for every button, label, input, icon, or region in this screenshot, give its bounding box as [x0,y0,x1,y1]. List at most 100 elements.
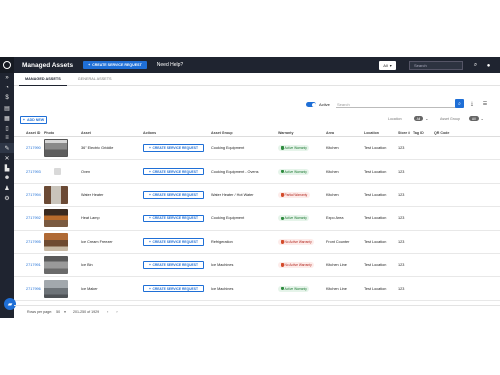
header-search-input[interactable]: Search [409,61,463,70]
asset-id-link[interactable]: 2717992 [14,216,44,220]
add-new-button[interactable]: + ADD NEW [20,116,47,124]
active-toggle[interactable] [306,102,316,107]
calendar-icon[interactable]: ▦ [0,113,14,123]
shield-icon [280,240,284,244]
asset-photo[interactable] [54,168,61,176]
col-header-area[interactable]: Area [326,131,364,135]
tab-general-assets[interactable]: GENERAL ASSETS [72,73,118,86]
download-icon[interactable]: ⤓ [468,100,476,108]
asset-area: Kitchen [326,146,339,151]
col-header-tag-id[interactable]: Tag ID [413,131,434,135]
table-row[interactable]: 2717993 Oven + CREATE SERVICE REQUEST Co… [14,160,500,184]
asset-photo[interactable] [44,256,68,275]
next-page-icon[interactable]: › [116,310,117,314]
table-row[interactable]: 2717995 Ice Cream Freezer + CREATE SERVI… [14,231,500,254]
table-body: 2717990 36" Electric Griddle + CREATE SE… [14,137,500,301]
asset-area: Kitchen [326,169,339,174]
col-header-asset-group[interactable]: Asset Group [211,131,278,135]
user-settings-icon[interactable]: ♟ [0,183,14,193]
create-service-request-button[interactable]: + CREATE SERVICE REQUEST [83,61,147,69]
store-number: 123 [398,239,405,244]
location-dropdown-value: All [413,116,424,121]
need-help-link[interactable]: Need Help? [157,62,183,68]
asset-photo[interactable] [44,139,68,158]
tab-managed-assets[interactable]: MANAGED ASSETS [19,73,67,86]
row-create-service-request-button[interactable]: + CREATE SERVICE REQUEST [143,284,204,293]
asset-group: Cooking Equipment [211,146,245,151]
actions-cell: + CREATE SERVICE REQUEST [143,261,211,269]
col-header-asset-id[interactable]: Asset ID [14,131,44,135]
col-header-store[interactable]: Store # [398,131,413,135]
row-create-service-request-button[interactable]: + CREATE SERVICE REQUEST [143,144,204,152]
shield-icon [280,146,284,150]
col-header-asset[interactable]: Asset [81,131,143,135]
create-service-request-label: CREATE SERVICE REQUEST [92,63,142,67]
warranty-cell: Partial Warranty [278,191,326,198]
document-icon[interactable]: ▯ [0,123,14,133]
inbox-icon[interactable]: ▤ [0,103,14,113]
plus-icon: + [88,63,91,67]
row-create-service-request-button[interactable]: + CREATE SERVICE REQUEST [143,261,204,269]
asset-id-link[interactable]: 2717995 [14,240,44,244]
asset-name: Ice Bin [81,263,93,268]
expand-sidebar-icon[interactable]: » [0,73,14,83]
asset-id-link[interactable]: 2717991 [14,263,44,267]
sidebar: » ◔ $ ▤ ▦ ▯ ≡ ✎ ✕ ▙ ☻ ♟ ⚙ [0,73,14,318]
location-dropdown[interactable]: Location All ⌄ [388,116,429,121]
plus-icon: + [149,169,151,174]
search-button[interactable]: ⌕ [455,99,464,108]
top-blank-area [0,0,500,57]
row-create-service-request-button[interactable]: + CREATE SERVICE REQUEST [143,191,204,199]
asset-search-input[interactable]: Search [336,100,462,108]
warranty-badge: Active Warranty [278,285,310,292]
asset-photo-cell [44,209,81,228]
asset-photo[interactable] [44,279,68,298]
wrench-icon[interactable]: ✎ [0,143,14,153]
table-row[interactable]: 2717991 Ice Bin + CREATE SERVICE REQUEST… [14,254,500,278]
list-view-icon[interactable]: ☰ [481,100,489,108]
actions-cell: + CREATE SERVICE REQUEST [143,144,211,152]
app-logo-icon[interactable] [0,57,14,73]
asset-area: Kitchen [326,192,339,197]
asset-id-link[interactable]: 2717993 [14,170,44,174]
team-icon[interactable]: ☻ [0,173,14,183]
list-icon[interactable]: ≡ [0,133,14,143]
asset-id-link[interactable]: 2717996 [14,287,44,291]
tools-icon[interactable]: ✕ [0,153,14,163]
asset-id-link[interactable]: 2717994 [14,193,44,197]
asset-photo[interactable] [44,232,68,251]
asset-group-dropdown-label: Asset Group [440,116,460,121]
dollar-icon[interactable]: $ [0,93,14,103]
asset-group: Refrigeration [211,239,233,244]
chevron-down-icon: ⌄ [480,116,484,121]
chart-icon[interactable]: ▙ [0,163,14,173]
row-create-service-request-button[interactable]: + CREATE SERVICE REQUEST [143,214,204,223]
asset-group-dropdown[interactable]: Asset Group All ⌄ [440,116,484,121]
table-row[interactable]: 2717990 36" Electric Griddle + CREATE SE… [14,137,500,161]
rows-per-page-select[interactable]: 50 [56,310,60,314]
plus-icon: + [149,239,151,244]
asset-area: Kitchen Line [326,263,347,268]
asset-id-link[interactable]: 2717990 [14,146,44,150]
asset-photo[interactable] [44,185,68,204]
asset-area: Front Counter [326,239,350,244]
shield-icon [280,263,284,267]
asset-name: Heat Lamp [81,216,100,221]
asset-photo[interactable] [44,209,68,228]
warranty-cell: Active Warranty [278,168,326,175]
col-header-warranty[interactable]: Warranty [278,131,326,135]
warranty-badge-label: Active Warranty [284,169,307,174]
table-row[interactable]: 2717992 Heat Lamp + CREATE SERVICE REQUE… [14,207,500,231]
asset-group: Cooking Equipment [211,216,245,221]
dashboard-icon[interactable]: ◔ [0,83,14,93]
table-row[interactable]: 2717994 Water Heater + CREATE SERVICE RE… [14,184,500,208]
search-icon[interactable]: ⌕ [471,61,480,70]
prev-page-icon[interactable]: ‹ [107,310,108,314]
scope-select[interactable]: All ▾ [379,61,396,70]
settings-icon[interactable]: ⚙ [0,193,14,203]
table-row[interactable]: 2717996 Ice Maker + CREATE SERVICE REQUE… [14,277,500,301]
row-create-service-request-button[interactable]: + CREATE SERVICE REQUEST [143,167,204,176]
row-create-service-request-button[interactable]: + CREATE SERVICE REQUEST [143,238,204,246]
col-header-location[interactable]: Location [364,131,398,135]
user-icon[interactable]: ● [484,61,493,70]
